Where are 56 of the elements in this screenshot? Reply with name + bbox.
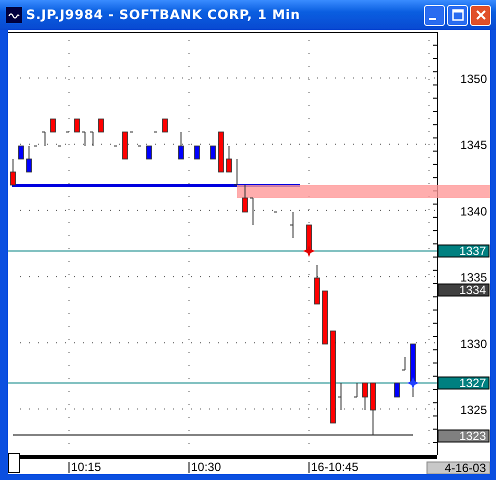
candlestick bbox=[314, 264, 320, 304]
time-label: 10:15 bbox=[71, 460, 102, 474]
star-marker-icon bbox=[407, 377, 419, 389]
candlestick bbox=[242, 184, 248, 212]
price-tag: 1337 bbox=[438, 244, 490, 258]
candlestick bbox=[338, 382, 342, 410]
candlestick bbox=[146, 146, 152, 160]
minimize-button[interactable] bbox=[424, 4, 445, 26]
candlestick bbox=[210, 146, 216, 160]
candlestick bbox=[162, 118, 168, 132]
candlestick bbox=[18, 146, 24, 160]
date-label: 4-16-03 bbox=[426, 461, 490, 474]
app-logo-icon bbox=[6, 7, 22, 23]
candlestick bbox=[50, 118, 56, 132]
candlestick bbox=[234, 158, 238, 186]
price-label: 1335 bbox=[460, 270, 487, 285]
candlestick bbox=[362, 382, 368, 410]
time-label: 16-10:45 bbox=[311, 460, 358, 474]
price-tag: 1334 bbox=[438, 283, 490, 297]
candlestick bbox=[402, 356, 406, 370]
window-title: S.JP.J9984 - SOFTBANK CORP, 1 Min bbox=[26, 8, 300, 22]
candlestick bbox=[218, 132, 224, 172]
candlestick bbox=[122, 132, 128, 160]
price-tag: 1327 bbox=[438, 376, 490, 390]
candlestick bbox=[10, 158, 16, 186]
candlestick bbox=[90, 132, 94, 146]
candlestick bbox=[354, 382, 358, 398]
scroll-thumb[interactable] bbox=[8, 453, 20, 473]
minimize-icon bbox=[429, 18, 436, 20]
close-button[interactable] bbox=[470, 4, 491, 26]
price-label: 1345 bbox=[460, 138, 487, 152]
close-icon bbox=[474, 9, 486, 21]
candlestick bbox=[194, 146, 200, 160]
candlestick bbox=[394, 382, 400, 398]
price-label: 1330 bbox=[460, 336, 487, 351]
candlestick bbox=[306, 224, 312, 252]
star-marker-icon bbox=[303, 245, 315, 257]
price-label: 1325 bbox=[460, 403, 487, 417]
candlestick bbox=[370, 382, 376, 436]
candlestick bbox=[82, 132, 86, 146]
candlestick bbox=[410, 344, 416, 398]
maximize-button[interactable] bbox=[447, 4, 468, 26]
candlestick bbox=[290, 212, 294, 238]
candlestick bbox=[74, 118, 80, 132]
candlestick bbox=[322, 290, 328, 344]
price-tag: 1323 bbox=[438, 429, 490, 443]
candlestick bbox=[250, 198, 254, 226]
candlestick bbox=[98, 118, 104, 132]
maximize-icon bbox=[452, 9, 464, 21]
time-label: 10:30 bbox=[191, 460, 222, 474]
candlestick bbox=[178, 132, 184, 160]
candlestick bbox=[226, 146, 232, 172]
price-label: 1350 bbox=[460, 72, 487, 86]
candlestick bbox=[42, 132, 46, 146]
candlestick bbox=[26, 146, 32, 172]
price-label: 1340 bbox=[460, 204, 487, 218]
